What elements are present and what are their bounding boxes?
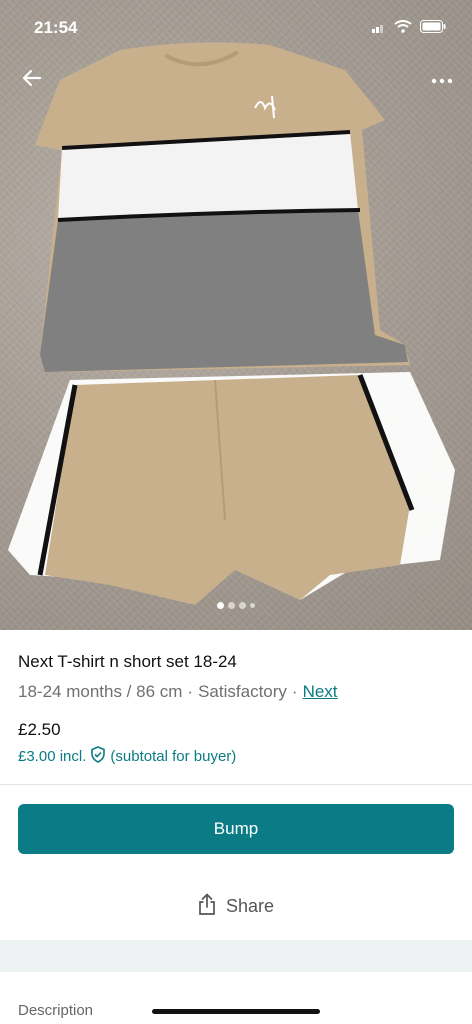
- wifi-icon: [394, 20, 412, 38]
- separator: ·: [291, 682, 298, 701]
- buyer-price-value: £3.00 incl.: [18, 748, 87, 765]
- item-info: Next T-shirt n short set 18-24 18-24 mon…: [18, 652, 458, 702]
- battery-icon: [420, 20, 446, 38]
- share-button[interactable]: Share: [0, 893, 472, 920]
- bump-button[interactable]: Bump: [18, 804, 454, 854]
- product-photo[interactable]: 21:54: [0, 0, 472, 630]
- carousel-dot[interactable]: [217, 602, 224, 609]
- carousel-indicator: [0, 602, 472, 609]
- buyer-price-note: (subtotal for buyer): [110, 748, 237, 765]
- divider: [0, 784, 472, 785]
- item-details: 18-24 months / 86 cm · Satisfactory · Ne…: [18, 682, 458, 702]
- separator: ·: [187, 682, 194, 701]
- brand-link[interactable]: Next: [303, 682, 338, 702]
- shield-icon: [90, 746, 106, 767]
- signal-icon: [372, 20, 386, 38]
- status-icons: [372, 20, 446, 38]
- carousel-dot[interactable]: [228, 602, 235, 609]
- carousel-dot[interactable]: [239, 602, 246, 609]
- outfit-illustration: [8, 42, 455, 605]
- back-button[interactable]: [16, 64, 48, 96]
- description-heading: Description: [18, 1002, 94, 1019]
- more-options-icon: [431, 71, 453, 89]
- share-label: Share: [225, 896, 275, 916]
- item-price: £2.50: [18, 720, 61, 739]
- status-time: 21:54: [34, 18, 78, 37]
- section-separator: [0, 940, 472, 972]
- item-size: 18-24 months / 86 cm: [18, 682, 183, 701]
- home-indicator[interactable]: [152, 1009, 320, 1014]
- status-bar: 21:54: [0, 0, 472, 54]
- more-options-button[interactable]: [426, 64, 458, 96]
- item-condition: Satisfactory: [198, 682, 287, 701]
- back-arrow-icon: [22, 68, 42, 93]
- buyer-price[interactable]: £3.00 incl. (subtotal for buyer): [18, 746, 236, 767]
- carousel-dot[interactable]: [250, 603, 255, 608]
- item-title: Next T-shirt n short set 18-24: [18, 652, 237, 671]
- share-icon: [198, 893, 216, 920]
